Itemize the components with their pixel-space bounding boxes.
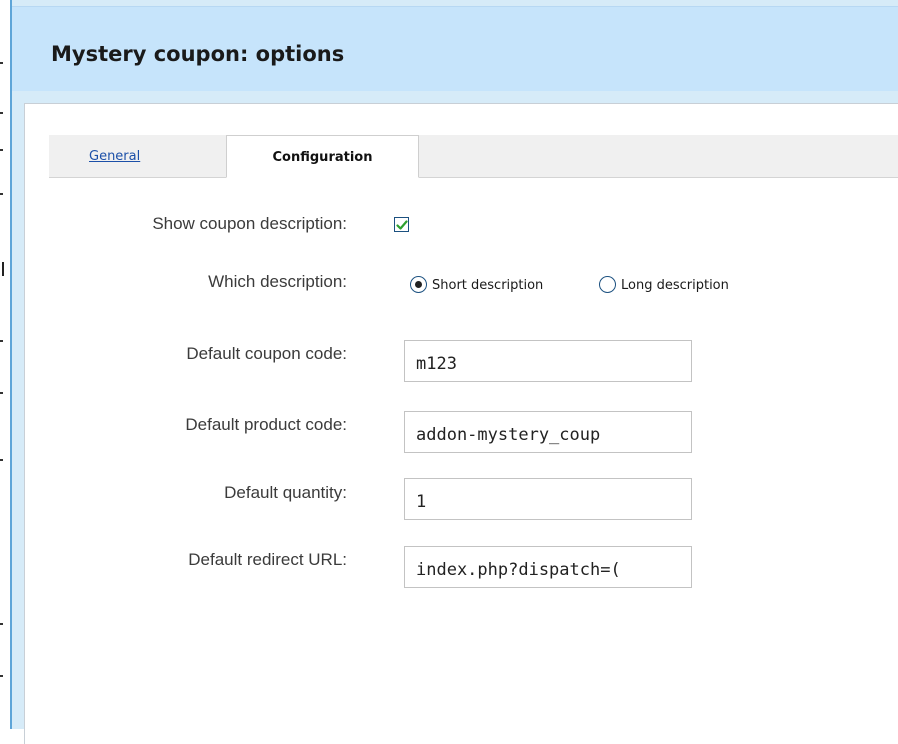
tabs-bar: General Configuration bbox=[49, 135, 898, 178]
quantity-input[interactable]: 1 bbox=[404, 478, 692, 520]
long-description-label: Long description bbox=[621, 278, 729, 293]
radio-selected-dot bbox=[415, 281, 422, 288]
coupon-code-label: Default coupon code: bbox=[186, 344, 347, 363]
redirect-url-row: Default redirect URL: bbox=[0, 550, 347, 574]
short-description-radio[interactable] bbox=[410, 276, 427, 293]
show-description-label: Show coupon description: bbox=[152, 214, 347, 233]
redirect-url-label: Default redirect URL: bbox=[188, 550, 347, 569]
short-description-label: Short description bbox=[432, 278, 544, 293]
quantity-label: Default quantity: bbox=[224, 483, 347, 502]
show-description-row: Show coupon description: bbox=[0, 214, 347, 238]
which-description-label: Which description: bbox=[208, 272, 347, 291]
tab-general[interactable]: General bbox=[89, 135, 209, 177]
check-icon bbox=[396, 220, 408, 230]
show-description-checkbox[interactable] bbox=[394, 217, 409, 232]
dialog-header: Mystery coupon: options bbox=[12, 6, 898, 91]
redirect-url-input[interactable]: index.php?dispatch=( bbox=[404, 546, 692, 588]
quantity-row: Default quantity: bbox=[0, 483, 347, 507]
product-code-input[interactable]: addon-mystery_coup bbox=[404, 411, 692, 453]
coupon-code-row: Default coupon code: bbox=[0, 344, 347, 368]
coupon-code-input[interactable]: m123 bbox=[404, 340, 692, 382]
long-description-radio[interactable] bbox=[599, 276, 616, 293]
which-description-row: Which description: bbox=[0, 272, 347, 296]
dialog-title: Mystery coupon: options bbox=[51, 42, 345, 66]
tab-configuration[interactable]: Configuration bbox=[226, 135, 419, 178]
product-code-label: Default product code: bbox=[185, 415, 347, 434]
product-code-row: Default product code: bbox=[0, 415, 347, 439]
